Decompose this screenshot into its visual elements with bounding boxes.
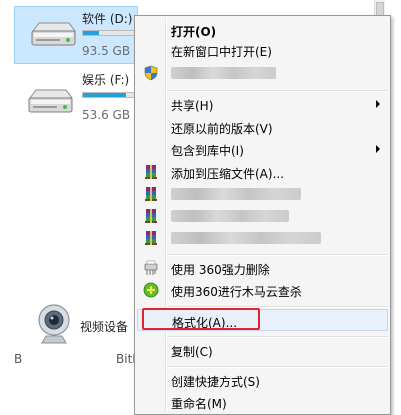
winrar-icon [145,209,157,223]
redacted-text [171,188,301,200]
menu-item-rename[interactable]: 重命名(M) [137,392,388,412]
menu-item-redacted-4[interactable] [137,228,388,248]
menu-item-rename-label: 重命名(M) [171,397,227,411]
red-highlight-box [142,308,260,330]
menu-item-open-label: 打开(O) [171,25,217,39]
drive-f-usage-fill [83,93,127,97]
menu-item-restore-versions-label: 还原以前的版本(V) [171,122,273,136]
context-menu: 打开(O) 在新窗口中打开(E) 共享(H) 还原以前的版本(V) 包含到库中(… [134,15,391,415]
submenu-arrow-icon [376,100,380,108]
menu-separator [167,366,387,368]
redacted-text [171,67,276,79]
menu-item-open-new-window[interactable]: 在新窗口中打开(E) [137,40,388,60]
webcam-icon [38,304,70,344]
menu-separator [167,90,387,92]
menu-item-copy-label: 复制(C) [171,345,213,359]
uac-shield-icon [144,65,158,81]
drive-f-usage-bar [82,92,138,98]
redacted-text [171,210,289,222]
menu-item-360-trojan-scan-label: 使用360进行木马云查杀 [171,285,302,299]
drive-d-usage-fill [83,31,100,35]
menu-item-360-force-delete-label: 使用 360强力删除 [171,263,270,277]
menu-separator [167,336,387,338]
menu-item-add-archive-label: 添加到压缩文件(A)... [171,167,285,181]
shredder-icon [144,260,158,275]
winrar-icon [145,231,157,245]
winrar-icon [145,165,157,179]
menu-item-create-shortcut-label: 创建快捷方式(S) [171,375,260,389]
menu-item-restore-versions[interactable]: 还原以前的版本(V) [137,117,388,137]
menu-item-include-library[interactable]: 包含到库中(I) [137,139,388,159]
scrollbar-thumb[interactable] [376,2,384,16]
menu-item-redacted-3[interactable] [137,206,388,226]
hard-drive-icon [31,22,76,46]
menu-item-include-library-label: 包含到库中(I) [171,144,244,158]
menu-item-360-force-delete[interactable]: 使用 360强力删除 [137,258,388,278]
webcam-label[interactable]: 视频设备 [80,318,128,335]
menu-item-add-archive[interactable]: 添加到压缩文件(A)... [137,162,388,182]
submenu-arrow-icon [376,145,380,153]
drive-f-name[interactable]: 娱乐 (F:) [82,71,129,88]
drive-d-usage-bar [82,30,138,36]
menu-item-open-new-window-label: 在新窗口中打开(E) [171,45,272,59]
menu-item-360-trojan-scan[interactable]: 使用360进行木马云查杀 [137,280,388,300]
menu-item-open[interactable]: 打开(O) [137,20,388,40]
menu-item-create-shortcut[interactable]: 创建快捷方式(S) [137,370,388,390]
menu-item-redacted-2[interactable] [137,184,388,204]
drive-d-name: 软件 (D:) [82,12,133,26]
menu-item-redacted-1[interactable] [137,63,388,83]
truncated-text-left: B [14,352,23,366]
menu-item-copy[interactable]: 复制(C) [137,340,388,360]
menu-separator [167,254,387,256]
redacted-text [171,232,321,244]
360-security-icon [143,282,159,298]
winrar-icon [145,187,157,201]
menu-item-share-label: 共享(H) [171,99,214,113]
hard-drive-icon [28,89,73,113]
menu-item-share[interactable]: 共享(H) [137,94,388,114]
